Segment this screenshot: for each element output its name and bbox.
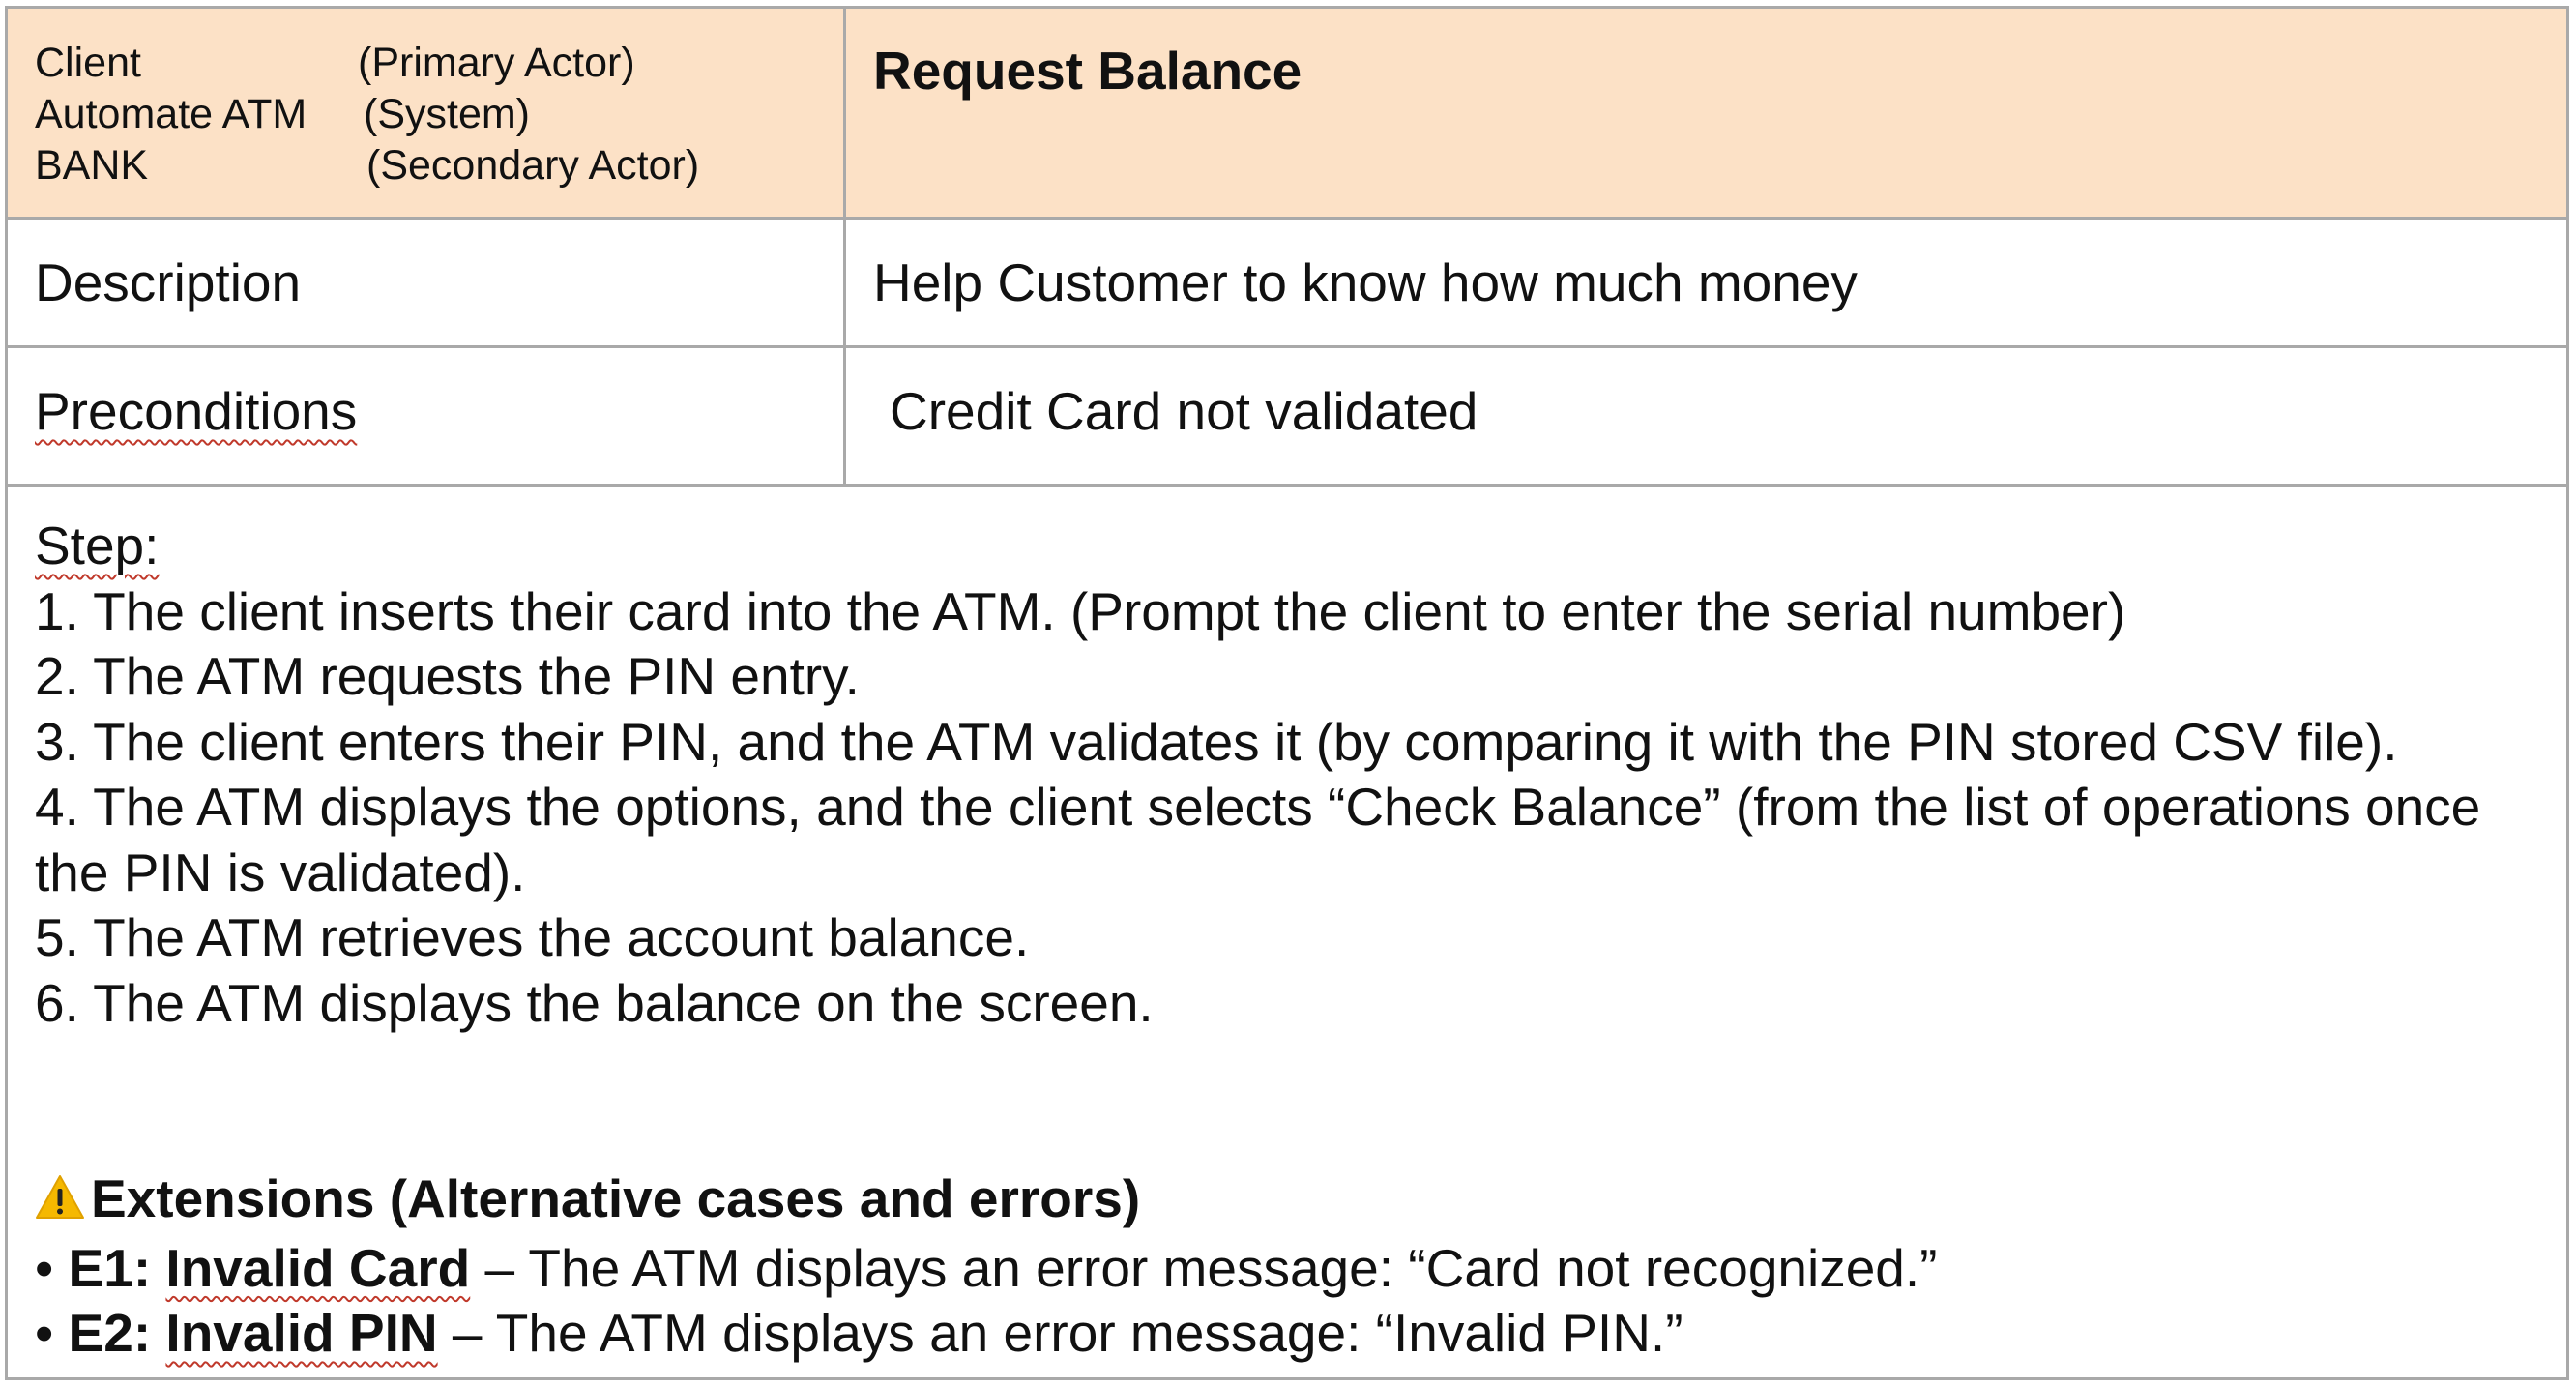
step-item: 5. The ATM retrieves the account balance… xyxy=(35,907,1030,967)
column-divider xyxy=(843,9,846,484)
extension-text: – The ATM displays an error message: “Ca… xyxy=(470,1237,1938,1298)
extension-name: Invalid PIN xyxy=(165,1303,438,1363)
actor-role: (Primary Actor) xyxy=(358,40,635,86)
warning-icon xyxy=(35,1170,85,1236)
step-item: 3. The client enters their PIN, and the … xyxy=(35,711,2398,772)
extension-code: E1: xyxy=(68,1237,152,1298)
row-divider xyxy=(8,345,2566,348)
actor-name: Client xyxy=(35,40,141,86)
extension-item: • E2: Invalid PIN – The ATM displays an … xyxy=(35,1301,2539,1367)
steps-heading: Step: xyxy=(35,514,2539,579)
extension-code: E2: xyxy=(68,1303,152,1363)
preconditions-value: Credit Card not validated xyxy=(846,348,2566,484)
preconditions-label-text: Preconditions xyxy=(35,381,358,441)
steps-heading-text: Step: xyxy=(35,516,160,575)
actor-name: Automate ATM xyxy=(35,91,307,137)
use-case-title: Request Balance xyxy=(846,9,2566,217)
row-divider xyxy=(8,217,2566,220)
extension-name: Invalid Card xyxy=(165,1237,471,1298)
extension-bullet: • xyxy=(35,1303,54,1363)
preconditions-label: Preconditions xyxy=(8,348,843,484)
preconditions-value-text: Credit Card not validated xyxy=(890,381,1478,441)
step-item: 1. The client inserts their card into th… xyxy=(35,580,2126,641)
description-label: Description xyxy=(35,252,302,312)
main-flow-cell: Step: 1. The client inserts their card i… xyxy=(8,487,2566,1377)
actor-role: (Secondary Actor) xyxy=(366,142,700,189)
extensions-heading-text: Extensions (Alternative cases and errors… xyxy=(91,1168,1141,1228)
actors-cell: Client (Primary Actor) Automate ATM (Sys… xyxy=(8,9,843,217)
actor-row: Client (Primary Actor) xyxy=(35,38,843,89)
actor-row: Automate ATM (System) xyxy=(35,89,843,140)
actor-role: (System) xyxy=(364,91,530,137)
step-item: 4. The ATM displays the options, and the… xyxy=(35,777,2481,902)
step-item: 6. The ATM displays the balance on the s… xyxy=(35,972,1154,1033)
extension-item: • E1: Invalid Card – The ATM displays an… xyxy=(35,1236,2539,1302)
step-item: 2. The ATM requests the PIN entry. xyxy=(35,646,860,706)
use-case-table: Client (Primary Actor) Automate ATM (Sys… xyxy=(5,6,2569,1380)
actor-name: BANK xyxy=(35,142,149,189)
actor-row: BANK (Secondary Actor) xyxy=(35,140,843,192)
extensions-heading: Extensions (Alternative cases and errors… xyxy=(35,1166,2539,1236)
extension-text: – The ATM displays an error message: “In… xyxy=(437,1303,1683,1363)
extension-bullet: • xyxy=(35,1237,54,1298)
description-value: Help Customer to know how much money xyxy=(873,252,1858,312)
